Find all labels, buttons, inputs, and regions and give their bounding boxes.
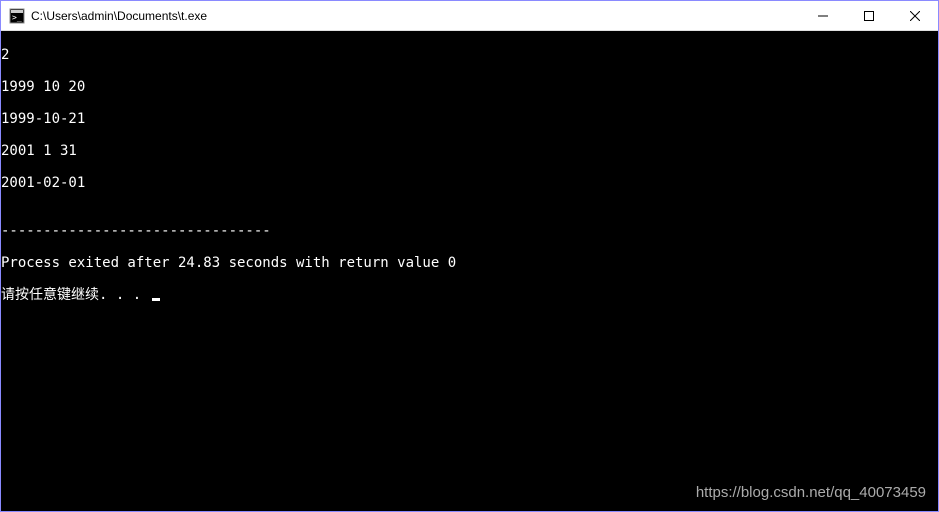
console-line: 2001 1 31 (1, 143, 938, 159)
console-line: -------------------------------- (1, 223, 938, 239)
console-line: 2 (1, 47, 938, 63)
window-title: C:\Users\admin\Documents\t.exe (31, 9, 800, 23)
svg-text:>_: >_ (12, 13, 22, 22)
console-output[interactable]: 2 1999 10 20 1999-10-21 2001 1 31 2001-0… (1, 31, 938, 511)
console-prompt-line: 请按任意键继续. . . (1, 287, 938, 303)
console-window: >_ C:\Users\admin\Documents\t.exe 2 1999… (0, 0, 939, 512)
window-controls (800, 1, 938, 30)
minimize-button[interactable] (800, 1, 846, 30)
titlebar[interactable]: >_ C:\Users\admin\Documents\t.exe (1, 1, 938, 31)
console-line: Process exited after 24.83 seconds with … (1, 255, 938, 271)
prompt-text: 请按任意键继续. . . (1, 287, 150, 303)
maximize-button[interactable] (846, 1, 892, 30)
watermark-text: https://blog.csdn.net/qq_40073459 (696, 485, 926, 501)
console-line: 2001-02-01 (1, 175, 938, 191)
cursor-icon (152, 298, 160, 301)
app-icon: >_ (9, 8, 25, 24)
console-line: 1999 10 20 (1, 79, 938, 95)
close-button[interactable] (892, 1, 938, 30)
console-line: 1999-10-21 (1, 111, 938, 127)
